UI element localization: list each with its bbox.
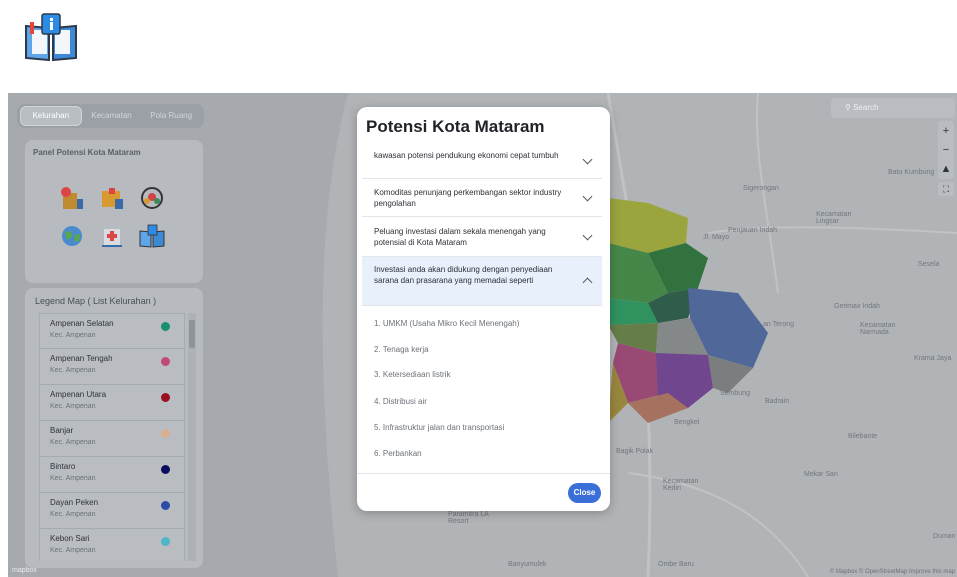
legend-title: Legend Map ( List Kelurahan ) [35,296,157,306]
tab-kelurahan[interactable]: Kelurahan [20,106,82,126]
legend-item-name: Dayan Peken [50,498,99,507]
accordion-label: Komoditas penunjang perkembangan sektor … [374,188,562,208]
potensi-book-logo-icon [25,13,77,62]
panel-icon-grid [57,185,177,249]
legend-item-kecamatan: Kec. Ampenan [50,547,96,554]
chevron-up-icon [582,277,593,288]
zoom-in-button[interactable]: + [943,125,949,137]
zoom-controls: + − ▲ [938,121,954,179]
layer-tabs: Kelurahan Kecamatan Pola Ruang [17,104,204,128]
legend-item-name: Bintaro [50,462,76,471]
globe-icon[interactable] [57,223,87,249]
potensi-modal: Potensi Kota Mataram kawasan potensi pen… [357,107,610,511]
legend-color-dot [161,357,170,366]
chevron-down-icon [582,154,593,165]
legend-item-name: Banjar [50,426,74,435]
commodity-box-icon[interactable] [97,185,127,211]
legend-color-dot [161,393,170,402]
facility-item: 1. UMKM (Usaha Mikro Kecil Menengah) [374,319,520,328]
legend-color-dot [161,465,170,474]
legend-item-kecamatan: Kec. Ampenan [50,475,96,482]
modal-footer-divider [357,473,610,474]
facility-item: 6. Perbankan [374,449,422,458]
search-icon: ⚲ [845,103,854,112]
legend-item-kecamatan: Kec. Ampenan [50,439,96,446]
legend-item-name: Ampenan Selatan [50,319,114,328]
accordion-item-open[interactable]: Investasi anda akan didukung dengan peny… [362,257,602,306]
facility-item: 3. Ketersediaan listrik [374,370,451,379]
legend-scroll-thumb[interactable] [189,320,195,348]
search-placeholder: Search [853,103,879,112]
legend-item[interactable]: Dayan Peken Kec. Ampenan [39,493,185,529]
legend-color-dot [161,322,170,331]
legend-item[interactable]: Bintaro Kec. Ampenan [39,457,185,493]
accordion-item[interactable]: kawasan potensi pendukung ekonomi cepat … [362,143,602,179]
legend-list[interactable]: Ampenan Selatan Kec. Ampenan Ampenan Ten… [39,313,185,561]
legend-item-name: Ampenan Tengah [50,354,113,363]
zoom-out-button[interactable]: − [943,144,949,156]
panel-title: Panel Potensi Kota Mataram [33,148,141,157]
info-book-icon[interactable] [137,223,167,249]
accordion-label: Peluang investasi dalam sekala menengah … [374,227,546,247]
map-attribution[interactable]: © Mapbox © OpenStreetMap Improve this ma… [830,569,955,575]
accordion-item[interactable]: Komoditas penunjang perkembangan sektor … [362,179,602,217]
legend-item-kecamatan: Kec. Ampenan [50,403,96,410]
map-search-input[interactable]: ⚲ Search [831,98,955,118]
facility-item: 4. Distribusi air [374,397,427,406]
legend-color-dot [161,537,170,546]
tab-kecamatan[interactable]: Kecamatan [82,107,142,125]
legend-color-dot [161,501,170,510]
compass-icon[interactable]: ▲ [941,163,952,175]
facility-item: 5. Infrastruktur jalan dan transportasi [374,423,505,432]
legend-item[interactable]: Ampenan Utara Kec. Ampenan [39,385,185,421]
legend-item-name: Kebon Sari [50,534,90,543]
investment-cycle-icon[interactable] [137,185,167,211]
legend-item[interactable]: Kebon Sari Kec. Ampenan [39,529,185,561]
legend-item-name: Ampenan Utara [50,390,107,399]
accordion-item[interactable]: Peluang investasi dalam sekala menengah … [362,217,602,257]
legend-scrollbar[interactable] [188,313,196,561]
potensi-panel: Panel Potensi Kota Mataram [25,140,203,283]
legend-item[interactable]: Banjar Kec. Ampenan [39,421,185,457]
modal-title: Potensi Kota Mataram [366,117,545,136]
location-building-icon[interactable] [57,185,87,211]
mapbox-logo: mapbox [12,567,37,574]
tab-pola-ruang[interactable]: Pola Ruang [141,107,201,125]
accordion-label: Investasi anda akan didukung dengan peny… [374,265,553,285]
facility-item: 2. Tenaga kerja [374,345,429,354]
legend-item-kecamatan: Kec. Ampenan [50,511,96,518]
legend-item[interactable]: Ampenan Selatan Kec. Ampenan [39,313,185,349]
accordion-label: kawasan potensi pendukung ekonomi cepat … [374,151,559,160]
legend-item[interactable]: Ampenan Tengah Kec. Ampenan [39,349,185,385]
legend-item-kecamatan: Kec. Ampenan [50,367,96,374]
chevron-down-icon [582,230,593,241]
legend-panel: Legend Map ( List Kelurahan ) Ampenan Se… [25,288,203,568]
legend-item-kecamatan: Kec. Ampenan [50,332,96,339]
fullscreen-button[interactable]: ⛶ [938,182,954,196]
close-button[interactable]: Close [568,483,601,503]
legend-color-dot [161,429,170,438]
hospital-building-icon[interactable] [97,223,127,249]
chevron-down-icon [582,191,593,202]
